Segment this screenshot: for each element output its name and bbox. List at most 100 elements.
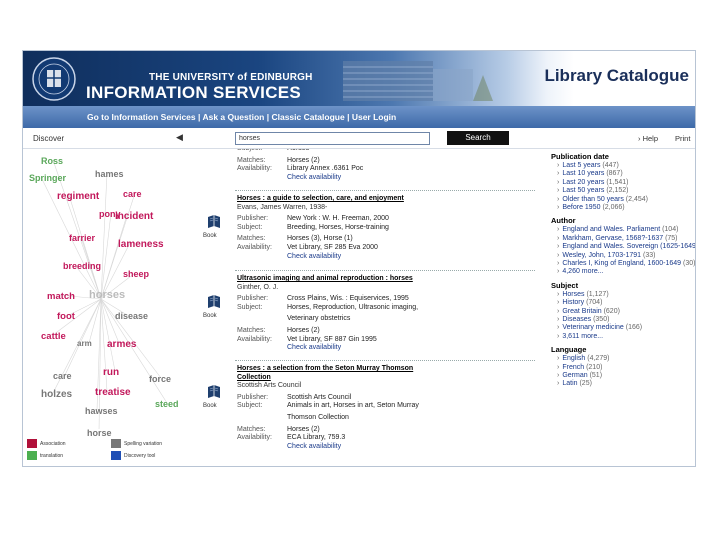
facet-item-count: (51) [587, 372, 603, 379]
page-title: Library Catalogue [544, 66, 689, 85]
nav-link-user-login[interactable]: User Login [352, 112, 396, 122]
cloud-word[interactable]: Ross [41, 156, 63, 166]
facet-item-label: History [562, 299, 585, 307]
chevron-right-icon: › [557, 226, 560, 234]
result-format: Book [203, 403, 217, 409]
cloud-word[interactable]: hames [95, 169, 124, 179]
facet-item-count: (33) [641, 251, 656, 259]
facet-item-link[interactable]: › Older than 50 years (2,454) [557, 196, 648, 203]
chevron-right-icon: › [557, 234, 560, 242]
result-divider [235, 360, 535, 361]
cloud-word[interactable]: care [123, 189, 142, 199]
facet-item-link[interactable]: › Markham, Gervase, 1568?-1637 (75) [557, 235, 678, 242]
facet-item-link[interactable]: › Last 50 years (2,152) [557, 187, 629, 194]
facet-item-count: (2,454) [623, 195, 648, 203]
facet-item-label: 3,611 more... [562, 332, 604, 340]
nav-link-information-services[interactable]: Go to Information Services [87, 112, 196, 122]
cloud-word[interactable]: foot [57, 311, 75, 322]
facet-item-link[interactable]: › Veterinary medicine (166) [557, 324, 642, 331]
check-availability-link[interactable]: Check availability [287, 443, 341, 450]
cloud-word[interactable]: Springer [29, 173, 66, 183]
cloud-word[interactable]: farrier [69, 233, 95, 243]
cloud-word[interactable]: horse [87, 428, 112, 438]
facet-item-link[interactable]: › Great Britain (620) [557, 308, 620, 315]
check-availability-link[interactable]: Check availability [287, 174, 341, 181]
cloud-word[interactable]: sheep [123, 269, 149, 279]
facet-item-link[interactable]: › England and Wales. Sovereign (1625-1649… [557, 243, 695, 250]
collapse-panel-icon[interactable]: ◀ [176, 132, 183, 143]
check-availability-link[interactable]: Check availability [287, 253, 341, 260]
facet-item-label: England and Wales. Parliament [562, 226, 661, 234]
field-value: Vet Library, SF 887 Gin 1995 [287, 335, 377, 343]
facet-item-count: (447) [600, 162, 619, 169]
facet-heading: Language [551, 345, 587, 355]
cloud-word[interactable]: treatise [95, 387, 131, 398]
facet-item-link[interactable]: › Last 20 years (1,541) [557, 179, 629, 186]
check-availability-link[interactable]: Check availability [287, 344, 341, 351]
facet-item-link[interactable]: › 4,260 more... [557, 268, 604, 275]
field-label: Availability: [237, 335, 272, 343]
cloud-word[interactable]: hawses [85, 406, 118, 416]
cloud-word[interactable]: arm [77, 339, 92, 348]
help-link[interactable]: › Help [638, 134, 658, 143]
university-name: THE UNIVERSITY of EDINBURGH [149, 72, 313, 83]
field-value: Horses [287, 149, 309, 152]
facet-item-link[interactable]: › Before 1950 (2,066) [557, 204, 625, 211]
cloud-word[interactable]: run [103, 367, 119, 378]
facet-item-count: (25) [577, 380, 592, 388]
cloud-word[interactable]: force [149, 374, 171, 384]
facet-item-link[interactable]: › Last 10 years (867) [557, 170, 623, 177]
facet-item-link[interactable]: › English (4,279) [557, 355, 609, 362]
cloud-word[interactable]: holzes [41, 389, 72, 400]
cloud-word[interactable]: cattle [41, 331, 66, 342]
field-label: Availability: [237, 165, 272, 173]
result-format: Book [203, 233, 217, 239]
search-input[interactable] [235, 132, 430, 145]
chevron-right-icon: › [557, 332, 560, 340]
print-link[interactable]: Print [675, 134, 690, 143]
facet-item-label: Great Britain [562, 307, 602, 315]
chevron-right-icon: › [557, 307, 560, 315]
legend-label: translation [40, 453, 64, 459]
university-crest-icon [32, 57, 76, 101]
field-value: Thomson Collection [287, 414, 349, 421]
cloud-word[interactable]: breeding [63, 261, 101, 271]
facet-item-link[interactable]: › Latin (25) [557, 380, 592, 387]
facet-item-link[interactable]: › Diseases (350) [557, 316, 609, 323]
facet-item-link[interactable]: › German (51) [557, 372, 602, 379]
facet-item-link[interactable]: › History (704) [557, 299, 602, 306]
cloud-word[interactable]: care [53, 371, 72, 381]
field-value: Library Annex .6361 Poc [287, 165, 364, 173]
legend-label: Association [40, 441, 66, 447]
facet-item-count: (350) [591, 316, 610, 323]
facet-item-link[interactable]: › Horses (1,127) [557, 291, 609, 298]
chevron-right-icon: › [557, 178, 560, 186]
facet-item-link[interactable]: › England and Wales. Parliament (104) [557, 226, 678, 233]
cloud-word[interactable]: horses [89, 289, 125, 301]
result-title-link[interactable]: Horses : a guide to selection, care, and… [237, 195, 404, 202]
facet-item-link[interactable]: › Charles I, King of England, 1600-1649 (… [557, 260, 695, 267]
facet-item-link[interactable]: › French (210) [557, 364, 602, 371]
result-title-link[interactable]: Ultrasonic imaging and animal reproducti… [237, 275, 413, 282]
facet-item-label: England and Wales. Sovereign (1625-1649 … [562, 243, 695, 251]
nav-link-classic-catalogue[interactable]: Classic Catalogue [271, 112, 344, 122]
cloud-word[interactable]: match [47, 291, 75, 302]
cloud-word[interactable]: incident [115, 211, 153, 222]
nav-link-ask-question[interactable]: Ask a Question [202, 112, 264, 122]
chevron-right-icon: › [557, 299, 560, 307]
facet-item-link[interactable]: › Wesley, John, 1703-1791 (33) [557, 252, 656, 259]
discover-tab[interactable]: Discover [33, 134, 64, 143]
search-button[interactable]: Search [447, 131, 509, 145]
facet-item-link[interactable]: › Last 5 years (447) [557, 162, 619, 169]
building-photo [343, 61, 493, 101]
cloud-word[interactable]: disease [115, 311, 148, 321]
cloud-spoke-line [100, 172, 108, 300]
result-title-link[interactable]: Collection [237, 374, 271, 381]
cloud-word[interactable]: steed [155, 399, 179, 409]
cloud-word[interactable]: armes [107, 339, 136, 350]
result-title-link[interactable]: Horses : a selection from the Seton Murr… [237, 365, 413, 372]
facet-item-link[interactable]: › 3,611 more... [557, 333, 603, 340]
chevron-right-icon: › [557, 187, 560, 195]
cloud-word[interactable]: lameness [118, 239, 164, 250]
cloud-word[interactable]: regiment [57, 191, 99, 202]
